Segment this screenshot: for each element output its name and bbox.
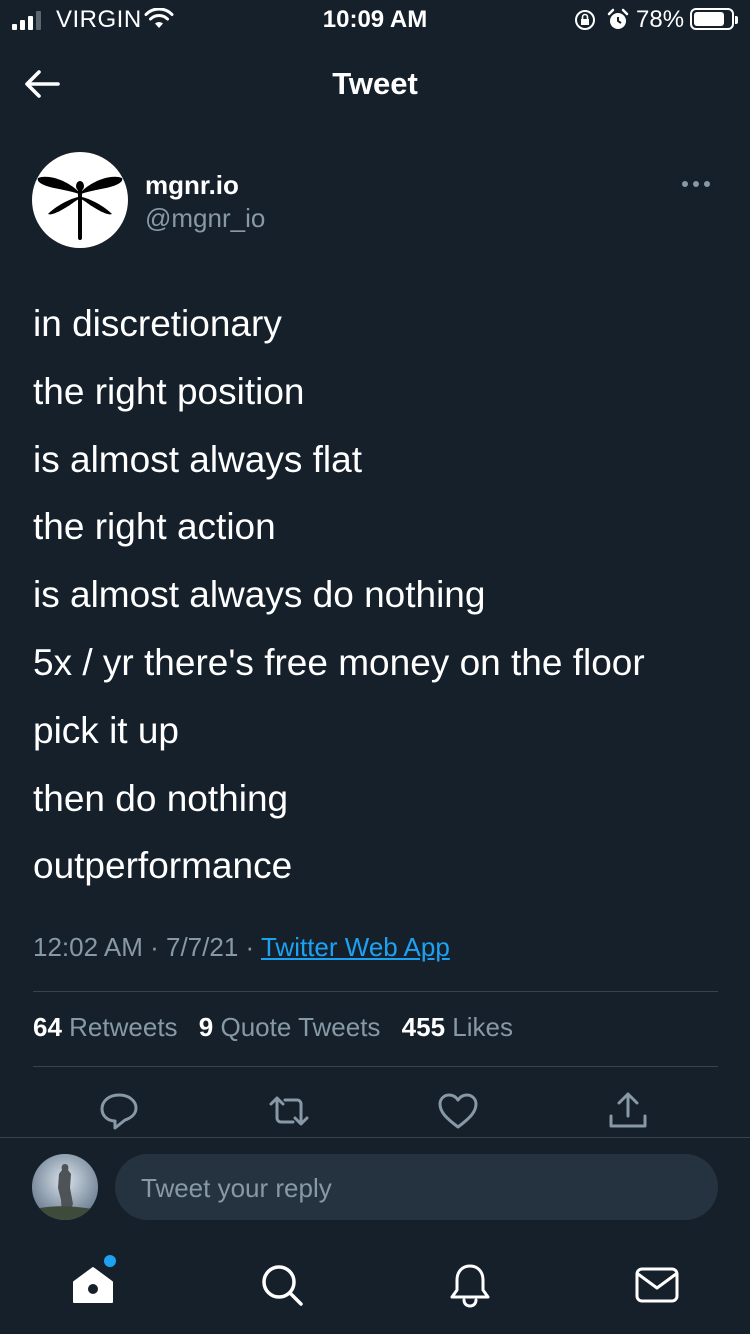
meta-separator: · bbox=[245, 932, 255, 962]
search-icon[interactable] bbox=[259, 1262, 305, 1308]
divider bbox=[33, 991, 718, 992]
meta-separator: · bbox=[150, 932, 159, 962]
battery-icon bbox=[690, 8, 738, 30]
tweet-line: the right action bbox=[33, 506, 276, 548]
tweet-line: the right position bbox=[33, 370, 305, 412]
alarm-icon bbox=[607, 8, 629, 29]
retweet-icon[interactable] bbox=[267, 1090, 311, 1132]
quote-tweets-stat[interactable]: 9 Quote Tweets bbox=[199, 1012, 381, 1042]
tweet-line: is almost always flat bbox=[33, 438, 362, 480]
messages-icon[interactable] bbox=[634, 1262, 680, 1308]
likes-stat[interactable]: 455 Likes bbox=[402, 1012, 513, 1042]
tweet-time: 12:02 AM bbox=[33, 932, 143, 962]
tweet-line: 5x / yr there's free money on the floor bbox=[33, 641, 645, 683]
reply-input[interactable] bbox=[139, 1154, 703, 1222]
tweet-line: outperformance bbox=[33, 845, 293, 887]
reply-field[interactable] bbox=[115, 1154, 718, 1222]
tweet-line: then do nothing bbox=[33, 777, 289, 819]
tweet-line: in discretionary bbox=[33, 303, 282, 344]
user-avatar[interactable] bbox=[32, 1154, 98, 1220]
tweet-line: pick it up bbox=[33, 709, 180, 751]
tweet-stats: 64 Retweets 9 Quote Tweets 455 Likes bbox=[33, 1012, 527, 1043]
home-notification-dot bbox=[104, 1255, 116, 1267]
retweets-label: Retweets bbox=[69, 1012, 178, 1042]
retweets-count: 64 bbox=[33, 1012, 62, 1042]
reply-icon[interactable] bbox=[97, 1090, 141, 1132]
battery-percent: 78% bbox=[636, 6, 685, 33]
share-icon[interactable] bbox=[606, 1090, 650, 1132]
tweet-line: is almost always do nothing bbox=[33, 574, 486, 616]
more-options-icon[interactable] bbox=[682, 176, 718, 192]
home-icon[interactable] bbox=[70, 1262, 116, 1308]
divider bbox=[33, 1066, 718, 1067]
author-name[interactable]: mgnr.io bbox=[145, 170, 239, 201]
quote-tweets-count: 9 bbox=[198, 1012, 214, 1042]
retweets-stat[interactable]: 64 Retweets bbox=[33, 1012, 178, 1042]
like-icon[interactable] bbox=[436, 1090, 480, 1132]
author-avatar[interactable] bbox=[32, 152, 128, 248]
tweet-source-link[interactable]: Twitter Web App bbox=[261, 932, 450, 962]
likes-label: Likes bbox=[452, 1012, 513, 1042]
page-title: Tweet bbox=[332, 66, 418, 101]
statue-avatar-icon bbox=[32, 1154, 98, 1220]
tweet-meta: 12:02 AM · 7/7/21 · Twitter Web App bbox=[33, 932, 450, 963]
status-bar: VIRGIN 10:09 AM 78% bbox=[0, 0, 750, 40]
tweet-date: 7/7/21 bbox=[166, 932, 239, 962]
divider bbox=[0, 1137, 750, 1138]
quote-tweets-label: Quote Tweets bbox=[220, 1012, 381, 1042]
orientation-lock-icon bbox=[575, 10, 595, 30]
author-handle[interactable]: @mgnr_io bbox=[145, 203, 265, 234]
likes-count: 455 bbox=[401, 1012, 446, 1042]
notifications-icon[interactable] bbox=[447, 1262, 493, 1308]
tweet-text: in discretionary the right position is a… bbox=[33, 290, 733, 900]
dragonfly-logo-icon bbox=[37, 176, 123, 240]
